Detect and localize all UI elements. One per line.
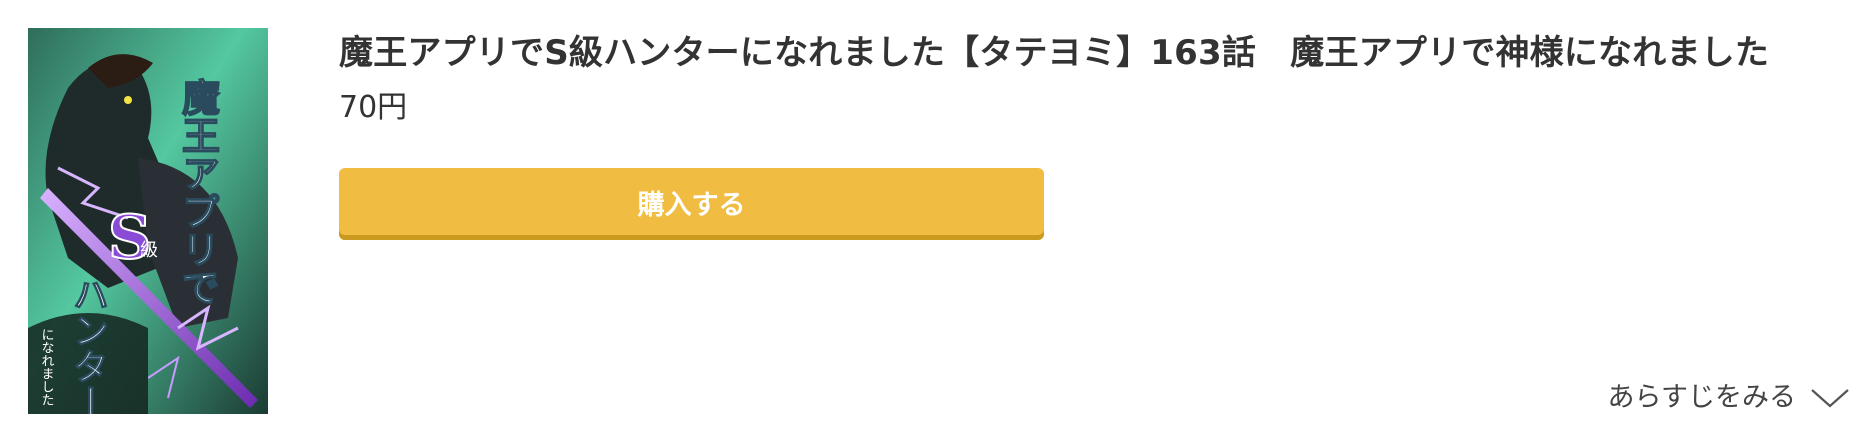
svg-text:ハンター: ハンター (67, 276, 109, 414)
product-price: 70円 (339, 90, 408, 125)
svg-text:級: 級 (140, 240, 158, 261)
chevron-down-icon (1811, 389, 1849, 408)
svg-text:S: S (108, 203, 151, 273)
synopsis-label: あらすじをみる (1607, 382, 1796, 413)
product-item: 魔王アプリで S 級 ハンター になれました 魔王アプリでS級ハンターになれまし… (0, 0, 1868, 428)
product-title[interactable]: 魔王アプリでS級ハンターになれました【タテヨミ】163話 魔王アプリで神様になれ… (339, 30, 1828, 76)
cover-image[interactable]: 魔王アプリで S 級 ハンター になれました (28, 28, 268, 414)
product-info: 魔王アプリでS級ハンターになれました【タテヨミ】163話 魔王アプリで神様になれ… (339, 30, 1828, 128)
synopsis-toggle[interactable]: あらすじをみる (1608, 378, 1850, 418)
cover-title-text: 魔王アプリで (176, 78, 221, 306)
svg-text:になれました: になれました (39, 328, 55, 406)
buy-button[interactable]: 購入する (339, 168, 1044, 240)
